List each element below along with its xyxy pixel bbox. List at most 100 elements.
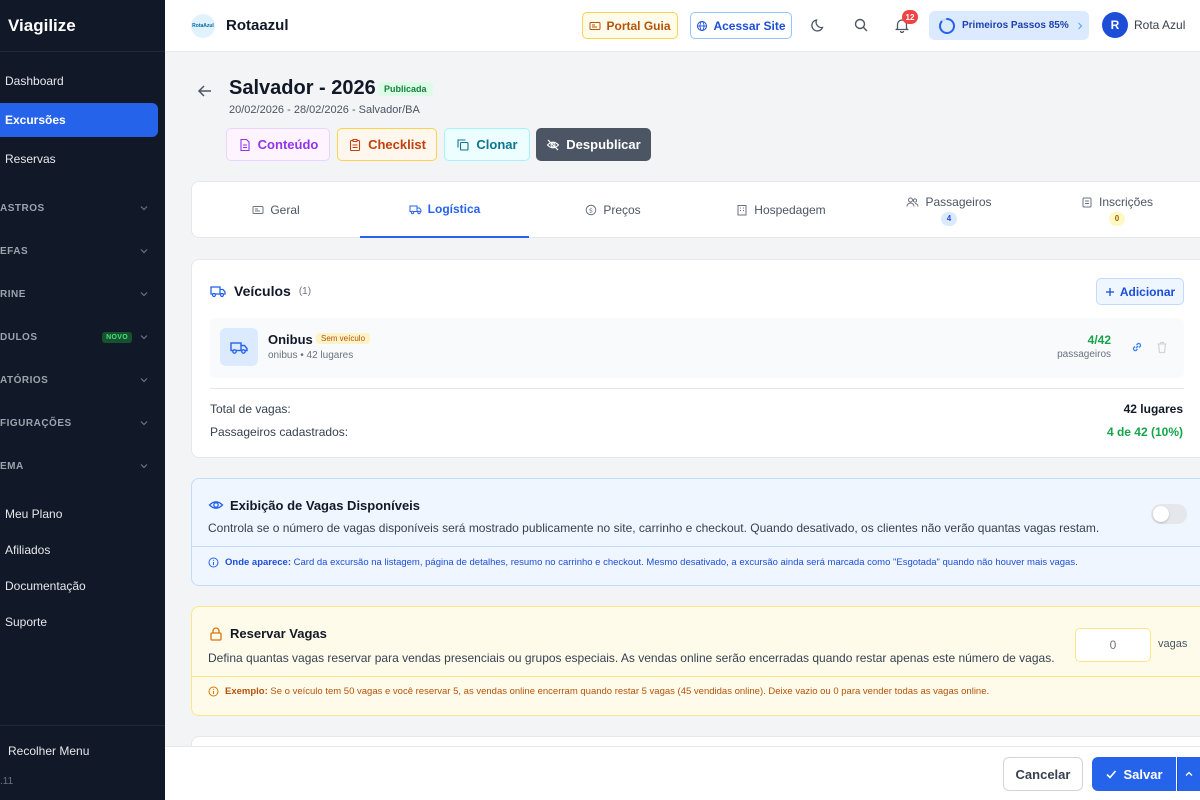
add-vehicle-button[interactable]: Adicionar [1096,278,1184,305]
sidebar-section-label: ATÓRIOS [0,374,49,386]
section-right: NOVO [102,331,150,343]
eye-icon [208,501,224,509]
sidebar-item-meu-plano[interactable]: Meu Plano [0,497,158,531]
tab-label: Geral [270,203,300,217]
sidebar-item-documentacao[interactable]: Documentação [0,569,158,603]
sidebar-section-vitrine[interactable]: RINE [0,284,150,304]
tab-label: Passageiros [925,194,992,209]
sidebar-section-label: EFAS [0,245,29,257]
avatar[interactable]: R [1102,12,1128,38]
chevron-up-icon [1185,771,1193,776]
chevron-down-icon [140,421,148,426]
tab-geral[interactable]: Geral [192,182,360,238]
total-seats-label: Total de vagas: [210,402,291,416]
tab-inscricoes[interactable]: Inscrições 0 [1033,182,1200,238]
sidebar-item-dashboard[interactable]: Dashboard [0,64,158,98]
onboarding-progress-button[interactable]: Primeiros Passos 85% [929,11,1089,40]
vehicles-card: Veículos (1) Adicionar Onibus Sem veícul… [191,259,1200,458]
clipboard-icon [1082,197,1092,207]
bus-icon [220,328,258,366]
show-availability-toggle[interactable] [1151,504,1187,524]
passengers-count-badge: 4 [941,211,957,226]
top-bar: RotaAzul Rotaazul Portal Guia Acessar Si… [165,0,1200,52]
registrations-count-badge: 0 [1109,211,1125,226]
reserved-seats-input[interactable] [1075,628,1151,662]
vehicle-occupancy: 4/42 [1087,333,1111,347]
save-options-dropdown[interactable] [1177,757,1200,791]
chevron-down-icon [140,464,148,469]
chevron-down-icon [140,206,148,211]
clipboard-icon [350,138,361,151]
reserve-title: Reservar Vagas [230,626,327,641]
sidebar-item-reservas[interactable]: Reservas [0,142,158,176]
add-vehicle-label: Adicionar [1119,284,1176,299]
search-icon[interactable] [852,16,870,34]
content-button[interactable]: Conteúdo [226,128,330,161]
chevron-down-icon [140,378,148,383]
sidebar-section-relatorios[interactable]: ATÓRIOS [0,370,150,390]
note-label: Exemplo: [225,686,268,697]
plus-icon [1105,287,1114,296]
tab-passageiros[interactable]: Passageiros 4 [865,182,1033,238]
link-icon[interactable] [1130,340,1144,354]
toggle-knob [1153,506,1169,522]
registered-passengers-label: Passageiros cadastrados: [210,425,349,439]
total-seats-value: 42 lugares [1123,402,1183,416]
note-text: Onde aparece: Card da excursão na listag… [225,557,1078,568]
globe-icon [697,20,708,31]
lock-icon [210,627,222,641]
tab-row: Passageiros [906,194,992,209]
vehicle-occupancy-label: passageiros [1057,349,1111,360]
truck-icon [210,286,226,298]
sidebar-item-suporte[interactable]: Suporte [0,605,158,639]
checklist-button[interactable]: Checklist [337,128,437,161]
notification-count-badge: 12 [902,10,918,24]
chevron-down-icon [140,249,148,254]
divider [192,546,1200,547]
tab-hospedagem[interactable]: Hospedagem [697,182,865,238]
sidebar-section-cadastros[interactable]: ASTROS [0,198,150,218]
back-arrow-icon[interactable] [196,82,214,100]
reserved-seats-unit: vagas [1158,638,1188,650]
vehicle-status-badge: Sem veículo [316,333,371,344]
clone-button[interactable]: Clonar [444,128,530,161]
sidebar-item-excursoes[interactable]: Excursões [0,103,158,137]
portal-guia-button[interactable]: Portal Guia [582,12,678,39]
sidebar-section-modulos[interactable]: DULOS NOVO [0,327,150,347]
dollar-icon: $ [586,204,597,216]
sidebar-section-sistema[interactable]: EMA [0,456,150,476]
tab-logistica[interactable]: Logística [360,182,529,238]
moon-icon[interactable] [810,16,828,34]
cancel-button[interactable]: Cancelar [1003,757,1083,791]
sidebar: Viagilize Dashboard Excursões Reservas A… [0,0,165,800]
availability-description: Controla se o número de vagas disponívei… [208,521,1100,535]
copy-icon [457,138,469,151]
availability-title: Exibição de Vagas Disponíveis [230,498,421,513]
trash-icon[interactable] [1155,340,1169,354]
tab-precos[interactable]: $ Preços [529,182,697,238]
vehicle-list-item: Onibus Sem veículo onibus • 42 lugares 4… [210,318,1184,378]
sidebar-section-tarefas[interactable]: EFAS [0,241,150,261]
tab-label: Preços [603,203,641,217]
onboarding-progress-label: Primeiros Passos 85% [962,20,1069,31]
sidebar-section-configuracoes[interactable]: FIGURAÇÕES [0,413,150,433]
sidebar-divider [0,725,165,726]
document-icon [240,138,250,151]
divider [210,388,1184,389]
user-name[interactable]: Rota Azul [1134,18,1185,32]
acessar-site-button[interactable]: Acessar Site [690,12,792,39]
save-button-label: Salvar [1123,766,1163,782]
unpublish-button[interactable]: Despublicar [536,128,651,161]
id-card-icon [589,21,601,30]
truck-icon [409,205,422,215]
info-icon [208,557,219,568]
company-name: Rotaazul [226,17,289,34]
collapse-menu-button[interactable]: Recolher Menu [8,744,89,758]
divider [192,676,1200,677]
progress-ring-icon [939,17,955,34]
sidebar-item-afiliados[interactable]: Afiliados [0,533,158,567]
checklist-button-label: Checklist [368,137,426,152]
vehicles-heading: Veículos (1) [210,283,311,299]
brand-logo[interactable]: Viagilize [0,0,165,52]
save-button[interactable]: Salvar [1092,757,1176,791]
